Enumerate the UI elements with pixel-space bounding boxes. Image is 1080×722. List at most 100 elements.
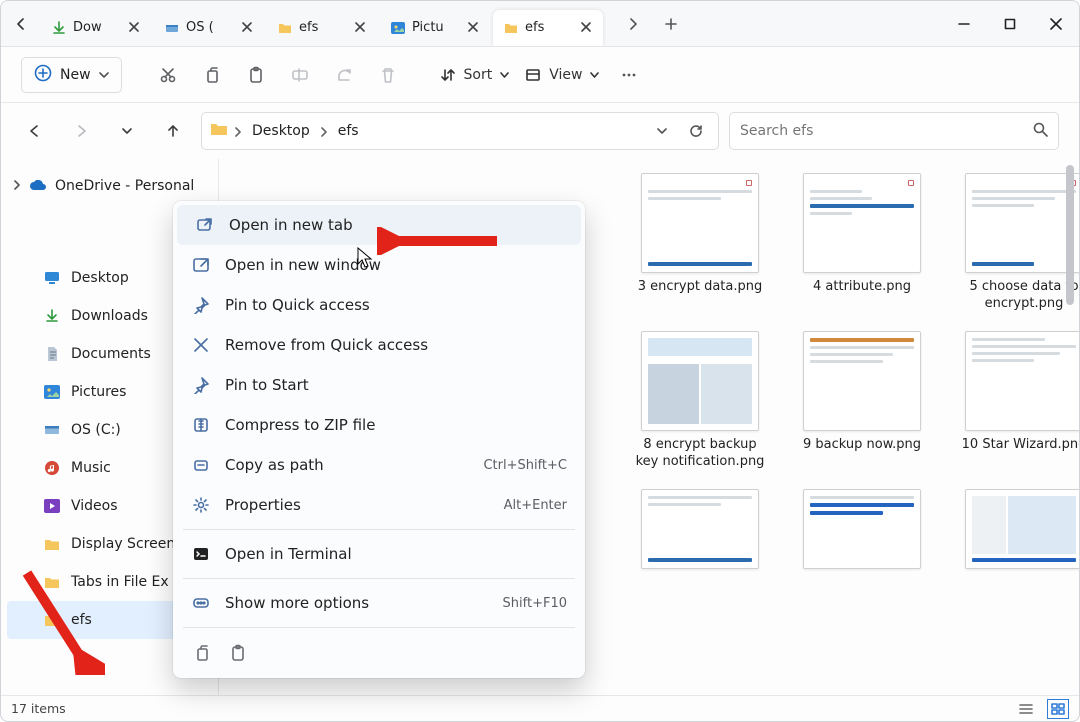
new-tab-button[interactable] <box>652 6 690 42</box>
picture-icon <box>390 20 406 36</box>
file-thumb <box>803 331 921 431</box>
breadcrumb[interactable]: Desktop efs <box>201 112 719 150</box>
sort-label: Sort <box>464 67 493 83</box>
more-button[interactable] <box>609 55 649 95</box>
file-item[interactable]: 5 choose data to encrypt.png <box>949 173 1079 313</box>
ctx-separator <box>183 627 575 628</box>
file-item[interactable]: 9 backup now.png <box>787 331 937 471</box>
breadcrumb-desktop[interactable]: Desktop <box>248 123 314 139</box>
ctx-copy-path[interactable]: Copy as pathCtrl+Shift+C <box>173 445 585 485</box>
folder-icon <box>277 20 293 36</box>
ctx-shortcut: Alt+Enter <box>504 498 567 513</box>
scrollbar[interactable] <box>1063 159 1077 695</box>
ctx-show-more[interactable]: Show more optionsShift+F10 <box>173 583 585 623</box>
sidebar-onedrive[interactable]: OneDrive - Personal <box>1 169 218 203</box>
chevron-right-icon[interactable] <box>234 122 242 141</box>
ctx-compress-zip[interactable]: Compress to ZIP file <box>173 405 585 445</box>
close-icon[interactable] <box>129 21 143 35</box>
tab-os[interactable]: OS ( <box>154 10 264 46</box>
file-item[interactable] <box>949 489 1079 575</box>
open-tab-icon <box>195 215 215 235</box>
file-thumb <box>965 331 1079 431</box>
view-button[interactable]: View <box>519 67 605 83</box>
ctx-label: Open in Terminal <box>225 545 567 563</box>
minimize-button[interactable] <box>941 1 987 47</box>
download-icon <box>51 20 67 36</box>
file-label: 3 encrypt data.png <box>638 279 762 296</box>
tab-downloads[interactable]: Dow <box>41 10 151 46</box>
ctx-label: Properties <box>225 496 490 514</box>
desktop-icon <box>43 269 61 287</box>
close-button[interactable] <box>1033 1 1079 47</box>
chevron-right-icon[interactable] <box>320 122 328 141</box>
search-box[interactable] <box>729 112 1059 150</box>
back-button[interactable] <box>17 113 53 149</box>
cut-button[interactable] <box>148 55 188 95</box>
ctx-properties[interactable]: Properties Alt+Enter <box>173 485 585 525</box>
plus-circle-icon <box>34 64 52 86</box>
sidebar-item-label: Documents <box>71 346 151 362</box>
address-row: Desktop efs <box>1 103 1079 159</box>
new-button[interactable]: New <box>21 57 122 93</box>
view-details-button[interactable] <box>1015 699 1037 719</box>
chevron-right-icon[interactable] <box>13 178 21 194</box>
copy-icon[interactable] <box>191 642 213 664</box>
close-icon[interactable] <box>468 21 482 35</box>
status-bar: 17 items <box>1 695 1079 721</box>
breadcrumb-dropdown[interactable] <box>648 117 676 145</box>
search-input[interactable] <box>740 123 1032 139</box>
toolbar: New Sort View <box>1 47 1079 103</box>
ctx-label: Pin to Quick access <box>225 296 567 314</box>
tab-efs-1[interactable]: efs <box>267 10 377 46</box>
tab-label: efs <box>525 20 575 35</box>
tab-scroll-forward[interactable] <box>614 6 652 42</box>
ctx-label: Remove from Quick access <box>225 336 567 354</box>
ctx-label: Compress to ZIP file <box>225 416 567 434</box>
tab-scroll-back[interactable] <box>1 1 41 46</box>
file-item[interactable]: 4 attribute.png <box>787 173 937 313</box>
close-icon[interactable] <box>581 21 595 35</box>
ctx-pin-quick[interactable]: Pin to Quick access <box>173 285 585 325</box>
ctx-remove-quick[interactable]: Remove from Quick access <box>173 325 585 365</box>
picture-icon <box>43 383 61 401</box>
paste-button[interactable] <box>236 55 276 95</box>
ctx-open-terminal[interactable]: Open in Terminal <box>173 534 585 574</box>
file-item[interactable]: 10 Star Wizard.png <box>949 331 1079 471</box>
share-button[interactable] <box>324 55 364 95</box>
rename-button[interactable] <box>280 55 320 95</box>
chevron-down-icon <box>99 67 109 83</box>
tab-label: Pictu <box>412 20 462 35</box>
document-icon <box>43 345 61 363</box>
paste-icon[interactable] <box>227 642 249 664</box>
file-item[interactable]: 3 encrypt data.png <box>625 173 775 313</box>
sidebar-item-label: Videos <box>71 498 118 514</box>
file-item[interactable] <box>625 489 775 575</box>
ctx-pin-start[interactable]: Pin to Start <box>173 365 585 405</box>
file-item[interactable]: 8 encrypt backup key notification.png <box>625 331 775 471</box>
sidebar-item-label: Downloads <box>71 308 148 324</box>
file-thumb <box>641 331 759 431</box>
drive-icon <box>43 421 61 439</box>
close-icon[interactable] <box>355 21 369 35</box>
file-item[interactable] <box>787 489 937 575</box>
view-large-button[interactable] <box>1047 699 1069 719</box>
sidebar-item-label: Music <box>71 460 111 476</box>
delete-button[interactable] <box>368 55 408 95</box>
tab-efs-active[interactable]: efs <box>493 10 603 46</box>
recent-button[interactable] <box>109 113 145 149</box>
copy-button[interactable] <box>192 55 232 95</box>
forward-button[interactable] <box>63 113 99 149</box>
up-button[interactable] <box>155 113 191 149</box>
close-icon[interactable] <box>242 21 256 35</box>
copy-path-icon <box>191 455 211 475</box>
music-icon <box>43 459 61 477</box>
maximize-button[interactable] <box>987 1 1033 47</box>
ctx-bottom-row <box>173 632 585 674</box>
breadcrumb-efs[interactable]: efs <box>334 123 363 139</box>
search-icon <box>1032 121 1048 141</box>
refresh-button[interactable] <box>682 117 710 145</box>
file-label: 10 Star Wizard.png <box>962 437 1079 454</box>
tab-pictures[interactable]: Pictu <box>380 10 490 46</box>
sort-button[interactable]: Sort <box>434 67 516 83</box>
sidebar-item-label: OS (C:) <box>71 422 121 438</box>
